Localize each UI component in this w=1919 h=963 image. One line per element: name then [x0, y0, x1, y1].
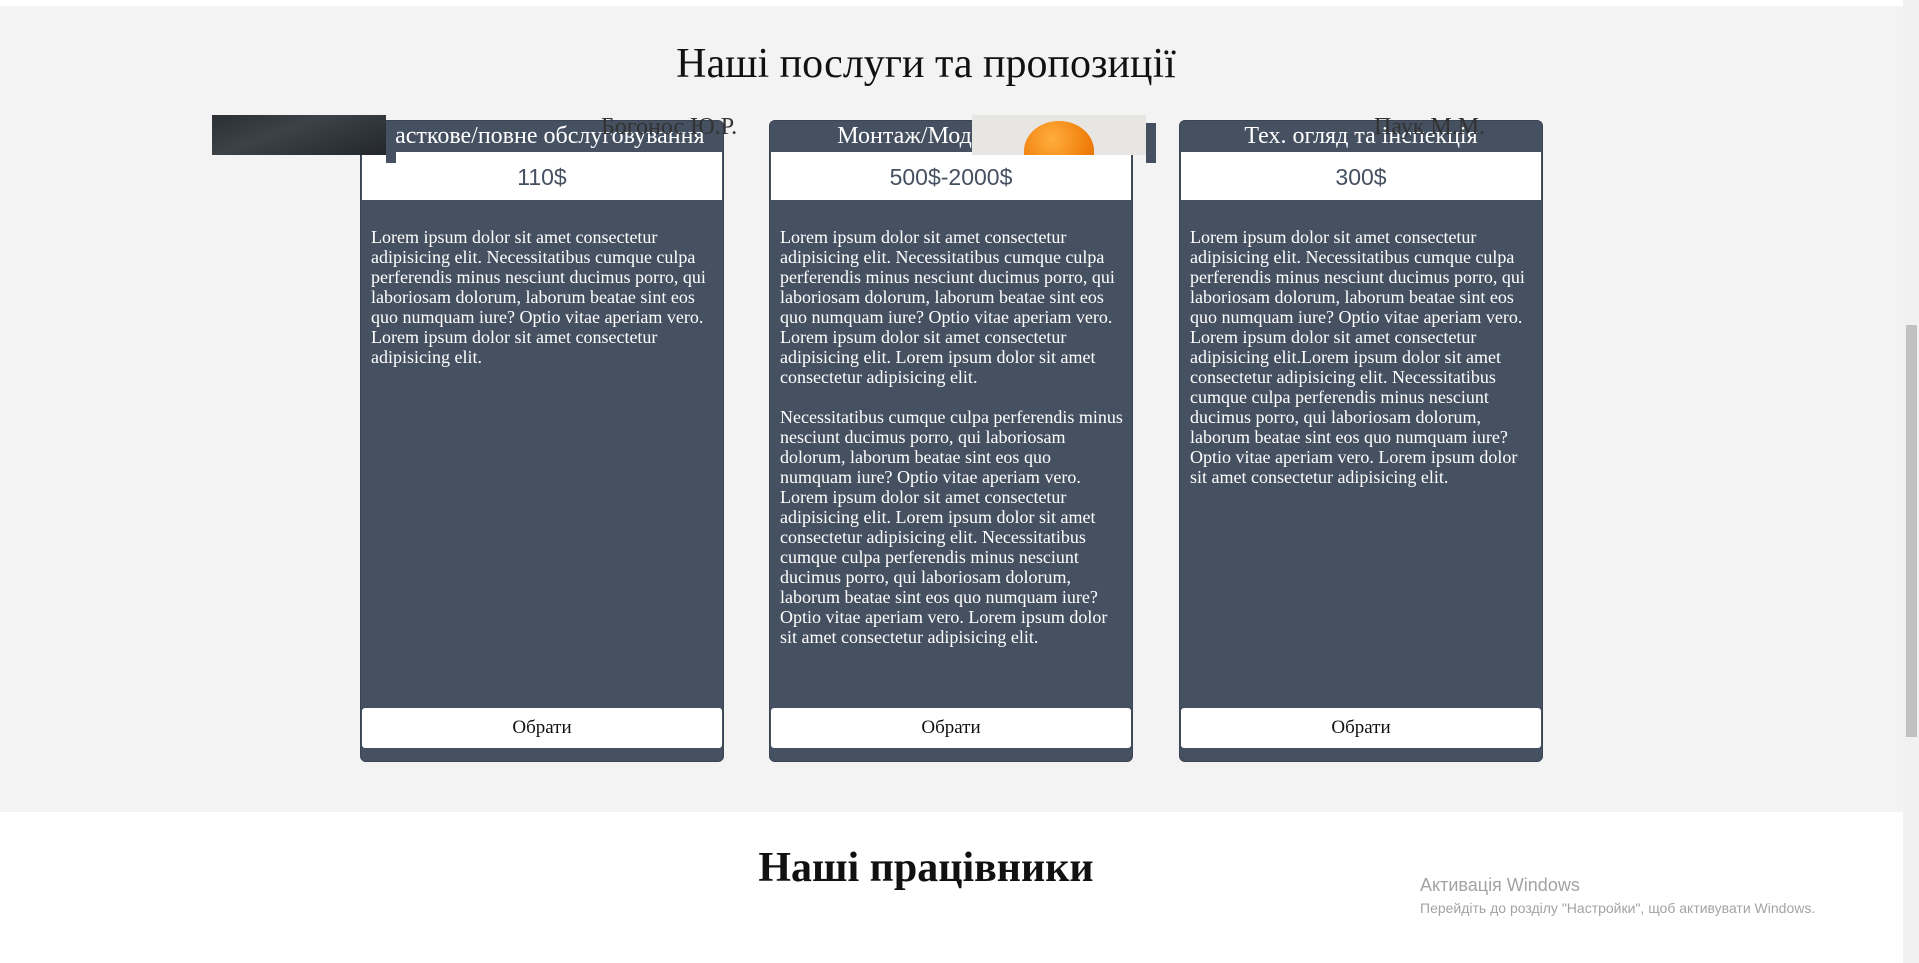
service-card-maintenance: Часткове/повне обслуговування 110$ Lorem… — [360, 120, 724, 762]
scrollbar-thumb[interactable] — [1906, 325, 1917, 737]
photo-frame-accent — [1146, 123, 1156, 163]
activation-title: Активація Windows — [1420, 875, 1580, 895]
staff-photo — [212, 115, 386, 155]
card-title: Тех. огляд та інспекція — [1244, 123, 1478, 149]
card-paragraph: Lorem ipsum dolor sit amet consectetur a… — [780, 227, 1115, 387]
card-price: 500$-2000$ — [770, 151, 1132, 201]
select-button[interactable]: Обрати — [770, 707, 1132, 749]
vertical-scrollbar[interactable] — [1903, 0, 1919, 963]
hardhat-image — [1024, 121, 1094, 155]
card-paragraph: Necessitatibus cumque culpa perferendis … — [780, 407, 1123, 647]
service-card-inspection: Тех. огляд та інспекція 300$ Lorem ipsum… — [1179, 120, 1543, 762]
card-price: 300$ — [1180, 151, 1542, 201]
windows-activation-watermark: Активація Windows Перейдіть до розділу "… — [1420, 874, 1815, 918]
card-price: 110$ — [361, 151, 723, 201]
card-description: Lorem ipsum dolor sit amet consectetur a… — [780, 227, 1124, 667]
service-card-installation: Монтаж/Модернізація 500$-2000$ Lorem ips… — [769, 120, 1133, 762]
staff-name: Богонос Ю.Р. — [601, 114, 738, 140]
staff-photo — [972, 115, 1146, 155]
card-description: Lorem ipsum dolor sit amet consectetur a… — [1190, 227, 1534, 507]
card-paragraph: Lorem ipsum dolor sit amet consectetur a… — [1190, 227, 1525, 487]
staff-name: Паук М.М. — [1374, 114, 1486, 140]
card-paragraph: Lorem ipsum dolor sit amet consectetur a… — [371, 227, 706, 367]
photo-frame-accent — [386, 123, 396, 163]
services-title: Наші послуги та пропозиції — [676, 41, 1176, 87]
activation-subtitle: Перейдіть до розділу "Настройки", щоб ак… — [1420, 900, 1816, 916]
select-button[interactable]: Обрати — [361, 707, 723, 749]
card-description: Lorem ipsum dolor sit amet consectetur a… — [371, 227, 715, 387]
select-button[interactable]: Обрати — [1180, 707, 1542, 749]
